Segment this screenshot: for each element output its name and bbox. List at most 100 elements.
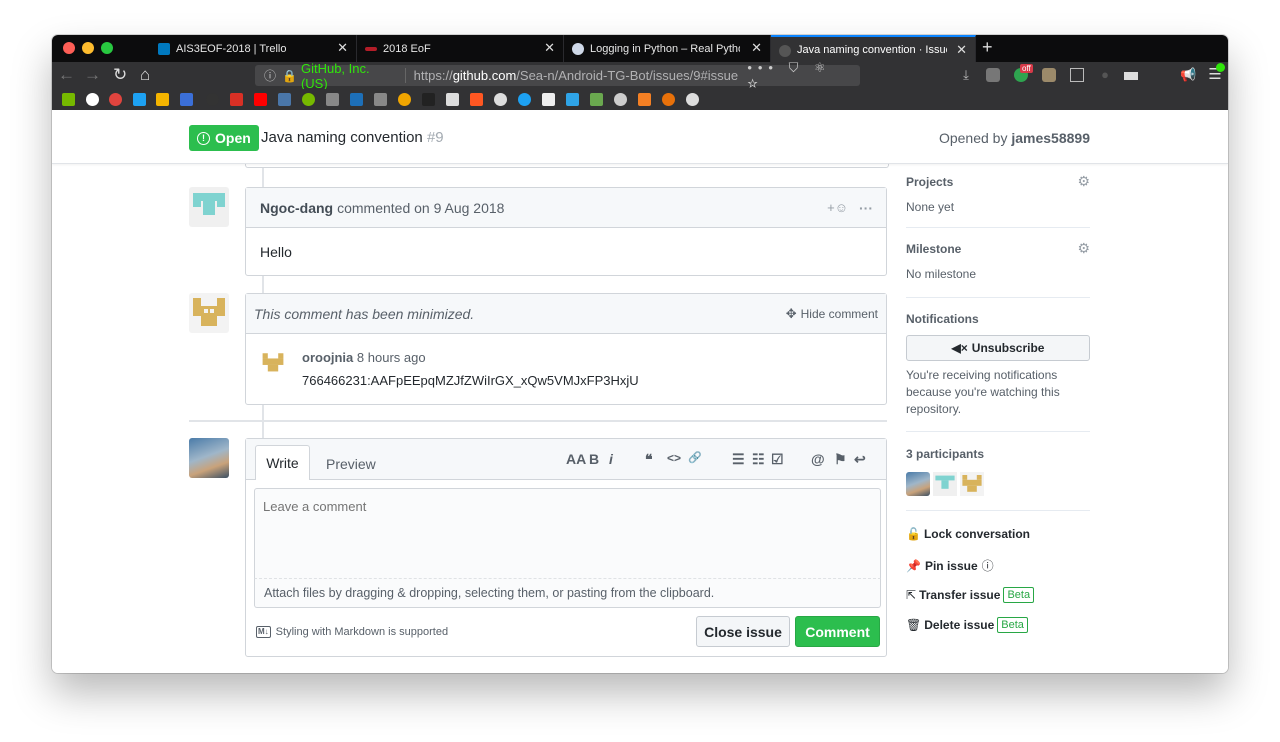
url-text[interactable]: https://github.com/Sea-n/Android-TG-Bot/…: [414, 68, 748, 83]
delete-issue-link[interactable]: 🗑 Delete issue Beta: [906, 617, 1028, 633]
comment-timestamp[interactable]: commented on 9 Aug 2018: [337, 200, 504, 216]
tab-eof[interactable]: 2018 EoF ✕: [357, 35, 564, 62]
home-icon[interactable]: ⌂: [140, 65, 150, 85]
italic-icon[interactable]: i: [609, 451, 613, 467]
twitter-icon[interactable]: [133, 93, 146, 106]
gear-icon[interactable]: ⚙: [1077, 240, 1090, 257]
header-icon[interactable]: AA: [566, 451, 586, 467]
github-bookmark-icon[interactable]: [206, 93, 219, 106]
minimized-comment-author[interactable]: oroojnia: [302, 350, 353, 365]
forward-icon[interactable]: →: [84, 65, 101, 85]
bookmark-icon[interactable]: [278, 93, 291, 106]
comment-button[interactable]: Comment: [795, 616, 880, 647]
gear-icon[interactable]: ⚙: [1077, 173, 1090, 190]
ordered-list-icon[interactable]: ☷: [752, 451, 765, 468]
quote-icon[interactable]: ❝: [645, 451, 653, 468]
sidebar-icon[interactable]: [1070, 68, 1084, 82]
comment-textarea[interactable]: [254, 488, 881, 579]
more-options-icon[interactable]: ···: [859, 200, 873, 216]
tab-preview[interactable]: Preview: [326, 456, 376, 472]
lock-icon: 🔒: [282, 68, 297, 83]
bookmark-icon[interactable]: [614, 93, 627, 106]
tab-github-issue[interactable]: Java naming convention · Issue ✕: [771, 35, 976, 62]
info-icon[interactable]: ⓘ: [982, 557, 994, 574]
bookmark-icon[interactable]: [662, 93, 675, 106]
small-avatar[interactable]: [260, 350, 286, 376]
bookmark-icon[interactable]: [590, 93, 603, 106]
unsubscribe-button[interactable]: ◀× Unsubscribe: [906, 335, 1090, 361]
reader-icon[interactable]: [1124, 72, 1138, 80]
bookmark-icon[interactable]: [446, 93, 459, 106]
pin-issue-link[interactable]: 📌 Pin issue ⓘ: [906, 557, 994, 574]
ublock-icon[interactable]: [986, 68, 1000, 82]
opened-by-user[interactable]: james58899: [1011, 130, 1090, 146]
hide-comment-button[interactable]: ✥ Hide comment: [786, 306, 878, 322]
code-icon[interactable]: <>: [667, 451, 681, 465]
saved-reply-icon[interactable]: ⚑: [834, 451, 847, 468]
site-identity[interactable]: GitHub, Inc. (US): [301, 61, 397, 91]
bookmark-icon[interactable]: [566, 93, 579, 106]
bookmark-icon[interactable]: [326, 93, 339, 106]
info-icon[interactable]: ⓘ: [264, 67, 276, 84]
link-icon[interactable]: 🔗: [688, 451, 702, 464]
new-tab-button[interactable]: +: [982, 37, 993, 58]
bookmark-icon[interactable]: [62, 93, 75, 106]
mention-icon[interactable]: @: [811, 451, 825, 467]
tab-realpython[interactable]: Logging in Python – Real Pytho ✕: [564, 35, 771, 62]
bookmark-icon[interactable]: [422, 93, 435, 106]
bookmark-icon[interactable]: [494, 93, 507, 106]
bookmark-icon[interactable]: [638, 93, 651, 106]
extension-icon[interactable]: [1042, 68, 1056, 82]
bookmark-icon[interactable]: [398, 93, 411, 106]
projects-heading[interactable]: Projects: [906, 175, 953, 189]
close-tab-icon[interactable]: ✕: [337, 40, 348, 56]
avatar[interactable]: [189, 293, 229, 333]
avatar[interactable]: [189, 187, 229, 227]
close-window-button[interactable]: [63, 42, 75, 54]
minimized-comment-time[interactable]: 8 hours ago: [357, 350, 426, 365]
participant-avatar[interactable]: [933, 472, 957, 496]
back-icon[interactable]: ←: [58, 65, 75, 85]
current-user-avatar[interactable]: [189, 438, 229, 478]
minimize-window-button[interactable]: [82, 42, 94, 54]
lock-conversation-link[interactable]: 🔓 Lock conversation: [906, 527, 1030, 541]
megaphone-icon[interactable]: 📢: [1180, 68, 1196, 82]
participant-avatar[interactable]: [906, 472, 930, 496]
download-icon[interactable]: ⤓: [959, 68, 973, 82]
task-list-icon[interactable]: ☑: [771, 451, 784, 468]
markdown-help[interactable]: M↓ Styling with Markdown is supported: [256, 626, 448, 638]
tab-trello[interactable]: AIS3EOF-2018 | Trello ✕: [150, 35, 357, 62]
participant-avatar[interactable]: [960, 472, 984, 496]
bookmark-icon[interactable]: [518, 93, 531, 106]
reload-icon[interactable]: ↻: [113, 65, 127, 85]
comment-author[interactable]: Ngoc-dang: [260, 200, 333, 216]
close-tab-icon[interactable]: ✕: [544, 40, 555, 56]
close-tab-icon[interactable]: ✕: [751, 40, 762, 56]
milestone-heading[interactable]: Milestone: [906, 242, 961, 256]
gmail-icon[interactable]: [230, 93, 243, 106]
reply-icon[interactable]: ↩: [854, 451, 866, 468]
google-icon[interactable]: [86, 93, 99, 106]
blogger-icon[interactable]: [470, 93, 483, 106]
tab-write[interactable]: Write: [255, 445, 310, 480]
bookmark-icon[interactable]: [542, 93, 555, 106]
url-action-icons[interactable]: ••• ⛉ ⚛ ☆: [747, 60, 854, 92]
file-attach-hint[interactable]: Attach files by dragging & dropping, sel…: [254, 579, 881, 608]
close-tab-icon[interactable]: ✕: [956, 42, 967, 58]
drive-icon[interactable]: [156, 93, 169, 106]
bookmark-icon[interactable]: [374, 93, 387, 106]
zoom-window-button[interactable]: [101, 42, 113, 54]
bookmark-icon[interactable]: [302, 93, 315, 106]
unordered-list-icon[interactable]: ☰: [732, 451, 745, 468]
url-bar[interactable]: ⓘ 🔒 GitHub, Inc. (US) https://github.com…: [255, 60, 860, 91]
youtube-icon[interactable]: [254, 93, 267, 106]
globe-icon[interactable]: [686, 93, 699, 106]
bookmark-icon[interactable]: [180, 93, 193, 106]
bookmark-icon[interactable]: [350, 93, 363, 106]
gray-extension-icon[interactable]: ●: [1098, 68, 1112, 82]
transfer-issue-link[interactable]: ⇱ Transfer issue Beta: [906, 587, 1035, 603]
close-issue-button[interactable]: Close issue: [696, 616, 790, 647]
bookmark-icon[interactable]: [109, 93, 122, 106]
add-reaction-icon[interactable]: +☺: [827, 200, 848, 215]
bold-icon[interactable]: B: [589, 451, 599, 467]
